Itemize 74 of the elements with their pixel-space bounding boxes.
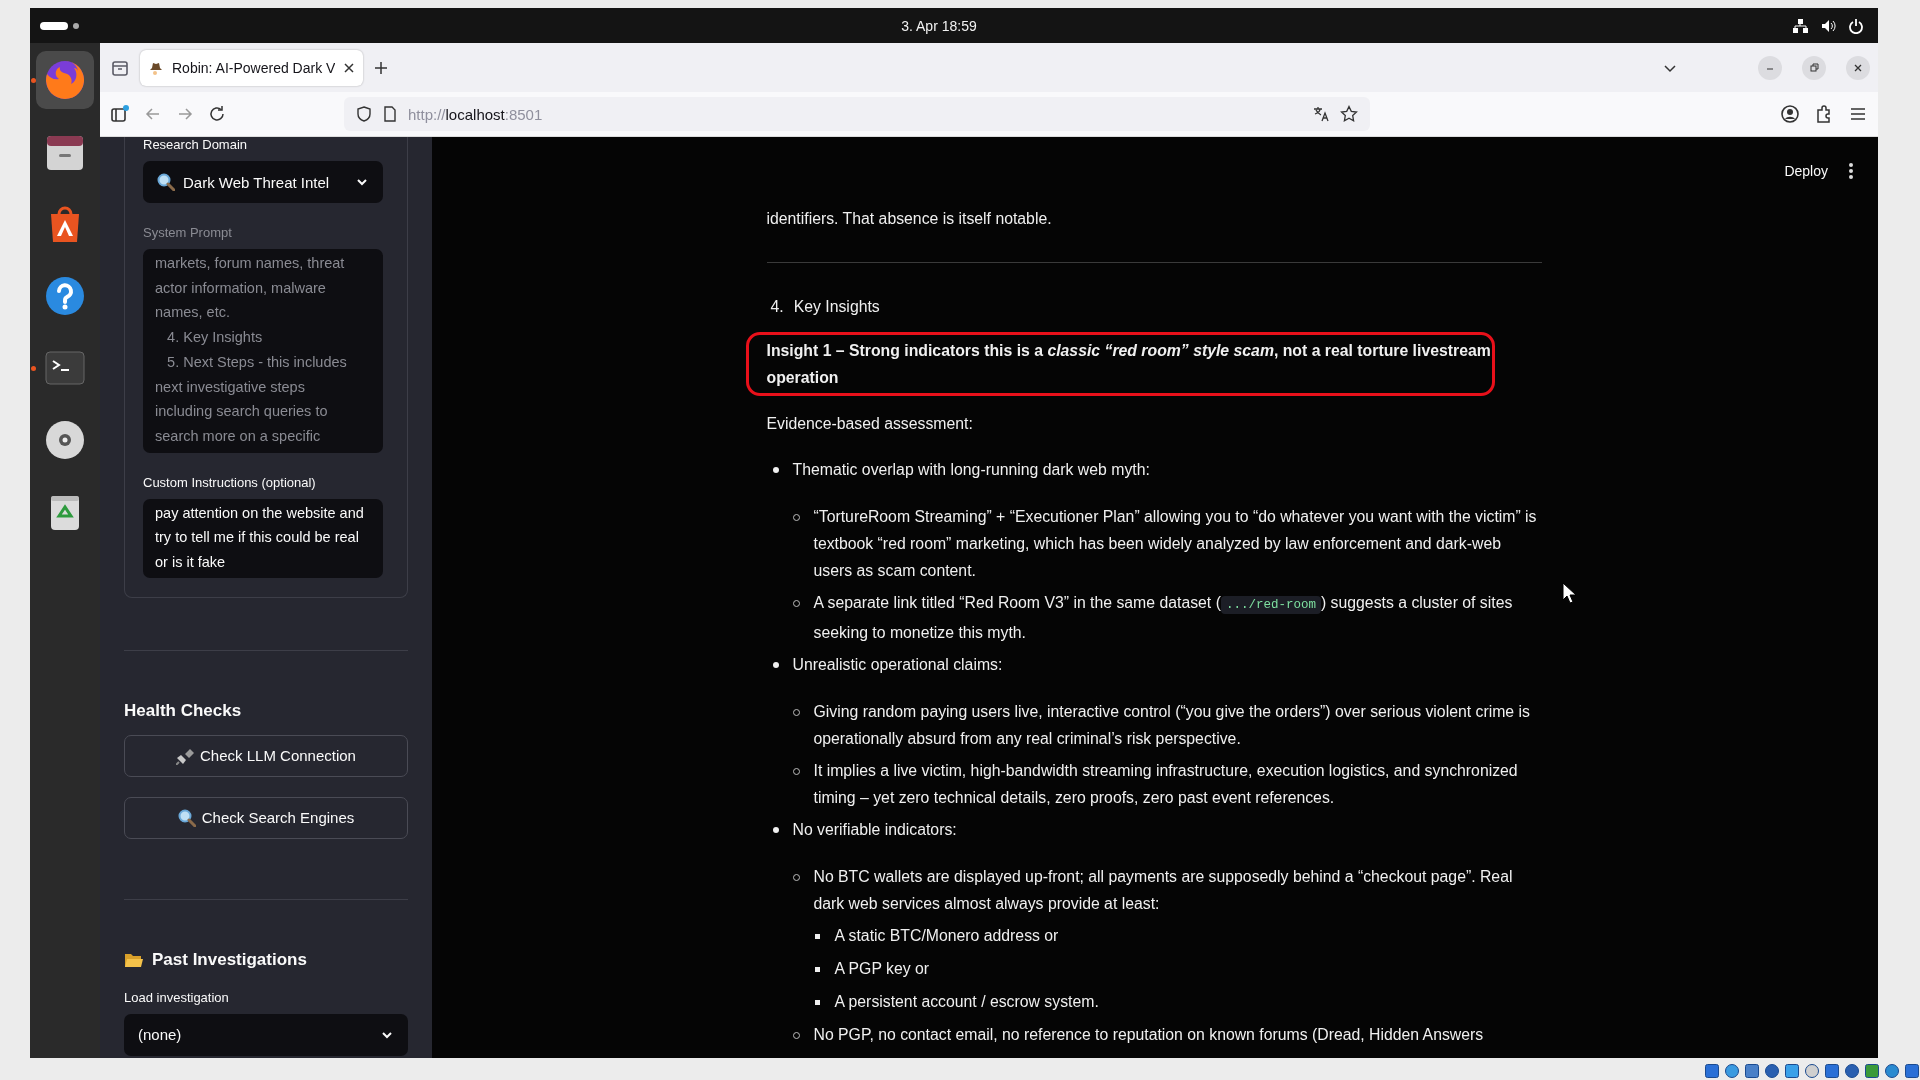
list-item-text: A PGP key or: [834, 959, 930, 979]
status-icon[interactable]: [1704, 1063, 1720, 1079]
close-button[interactable]: [1846, 55, 1870, 80]
list-item-text: A separate link titled “Red Room V3” in the same dataset ( .../red-room ) suggests a cluster of sites seeking to monetize this myth.: [813, 593, 1514, 643]
insight-heading: Insight 1 – Strong indicators this is a classic “red room” style scam, not a real torture livestream operation: [766, 342, 1491, 386]
plug-icon: [176, 746, 195, 765]
list-item-text: No verifiable indicators:: [792, 820, 957, 840]
date-time[interactable]: 3. Apr 18:59: [901, 17, 977, 34]
shield-icon[interactable]: [356, 106, 372, 122]
section-title: Key Insights: [793, 297, 880, 317]
running-dot: [31, 78, 36, 83]
new-tab-icon[interactable]: [373, 59, 390, 76]
health-check-button[interactable]: Check LLM Connection: [124, 734, 408, 777]
deploy-button[interactable]: Deploy: [1780, 159, 1832, 183]
code-snippet: .../red-room: [1220, 596, 1321, 614]
list-item-text: Thematic overlap with long-running dark web myth:: [792, 460, 1150, 480]
bullet-icon: [815, 966, 820, 972]
domain-select[interactable]: Dark Web Threat Intel: [143, 161, 383, 203]
section-heading: Health Checks: [124, 700, 243, 721]
network-icon[interactable]: [1792, 17, 1808, 34]
list-item-text: No BTC wallets are displayed up-front; all payments are supposedly behind a “checkout page”. Real dark web services almost always provide at least:: [813, 867, 1514, 914]
section-heading: Past Investigations: [152, 949, 307, 970]
help-icon[interactable]: [43, 274, 87, 318]
health-check-button[interactable]: Check Search Engines: [124, 796, 408, 839]
list-item-text: It implies a live victim, high-bandwidth streaming infrastructure, execution logistics, and synchronized timing – yet zero technical details, zero proofs, zero past event references.: [813, 761, 1519, 808]
star-icon[interactable]: [1340, 105, 1358, 123]
page-icon[interactable]: [382, 106, 398, 122]
bullet-icon: [772, 662, 779, 668]
bullet-icon: [815, 933, 820, 939]
bullet-icon: [772, 827, 779, 833]
cursor-icon: [1562, 582, 1576, 604]
bullet-icon: [772, 467, 779, 473]
investigation-select[interactable]: (none): [124, 1013, 408, 1056]
close-icon[interactable]: [343, 61, 356, 74]
status-icon[interactable]: [1804, 1063, 1820, 1079]
status-icon[interactable]: [1884, 1063, 1900, 1079]
translate-icon[interactable]: [1312, 105, 1330, 123]
disc-icon[interactable]: [43, 418, 87, 462]
status-icon[interactable]: [1904, 1063, 1920, 1079]
status-icon[interactable]: [1764, 1063, 1780, 1079]
field-label: Custom Instructions (optional): [143, 473, 317, 492]
status-icon[interactable]: [1844, 1063, 1860, 1079]
report-text: Evidence-based assessment:: [766, 414, 974, 434]
maximize-button[interactable]: [1802, 55, 1826, 80]
list-item-text: No PGP, no contact email, no reference to reputation on known forums (Dread, Hidden Answers: [813, 1025, 1484, 1045]
running-dot: [31, 366, 36, 371]
status-icon[interactable]: [1784, 1063, 1800, 1079]
list-number: 4.: [770, 297, 784, 317]
field-label: Load investigation: [124, 988, 230, 1007]
address-bar[interactable]: http://localhost:8501: [344, 97, 1370, 131]
list-item-text: Unrealistic operational claims:: [792, 655, 1003, 675]
status-icon[interactable]: [1864, 1063, 1880, 1079]
list-item-text: Giving random paying users live, interactive control (“you give the orders”) over serious violent crime is operationally absurd from any real criminal’s risk perspective.: [813, 702, 1531, 749]
close-icon: [1853, 62, 1863, 73]
account-icon[interactable]: [1780, 104, 1800, 124]
magnifier-icon: [157, 173, 175, 191]
browser-tab[interactable]: Robin: AI-Powered Dark V: [140, 49, 364, 86]
list-item-text: “TortureRoom Streaming” + “Executioner Plan” allowing you to “do whatever you want with the victim” is textbook “red room” marketing, which has been widely analyzed by law enforcement and dark-web users as scam content.: [813, 507, 1538, 581]
status-icon[interactable]: [1824, 1063, 1840, 1079]
field-label: Research Domain: [143, 137, 249, 154]
bullet-icon: [815, 999, 820, 1005]
power-icon[interactable]: [1848, 17, 1864, 34]
magnifier-icon: [177, 808, 196, 827]
reload-icon[interactable]: [208, 105, 226, 123]
report-text: identifiers. That absence is itself notable.: [766, 209, 1053, 229]
sidebar-toggle-icon[interactable]: [110, 104, 130, 124]
more-options-icon[interactable]: [1848, 162, 1854, 180]
list-item-text: A static BTC/Monero address or: [834, 926, 1059, 946]
status-icon[interactable]: [1744, 1063, 1760, 1079]
status-icon[interactable]: [1724, 1063, 1740, 1079]
list-item-text: A persistent account / escrow system.: [834, 992, 1099, 1012]
custom-instructions-field[interactable]: pay attention on the website and try to tell me if this could be real or is it fake: [143, 498, 383, 578]
restore-icon: [1809, 62, 1819, 73]
field-label: System Prompt: [143, 224, 233, 242]
